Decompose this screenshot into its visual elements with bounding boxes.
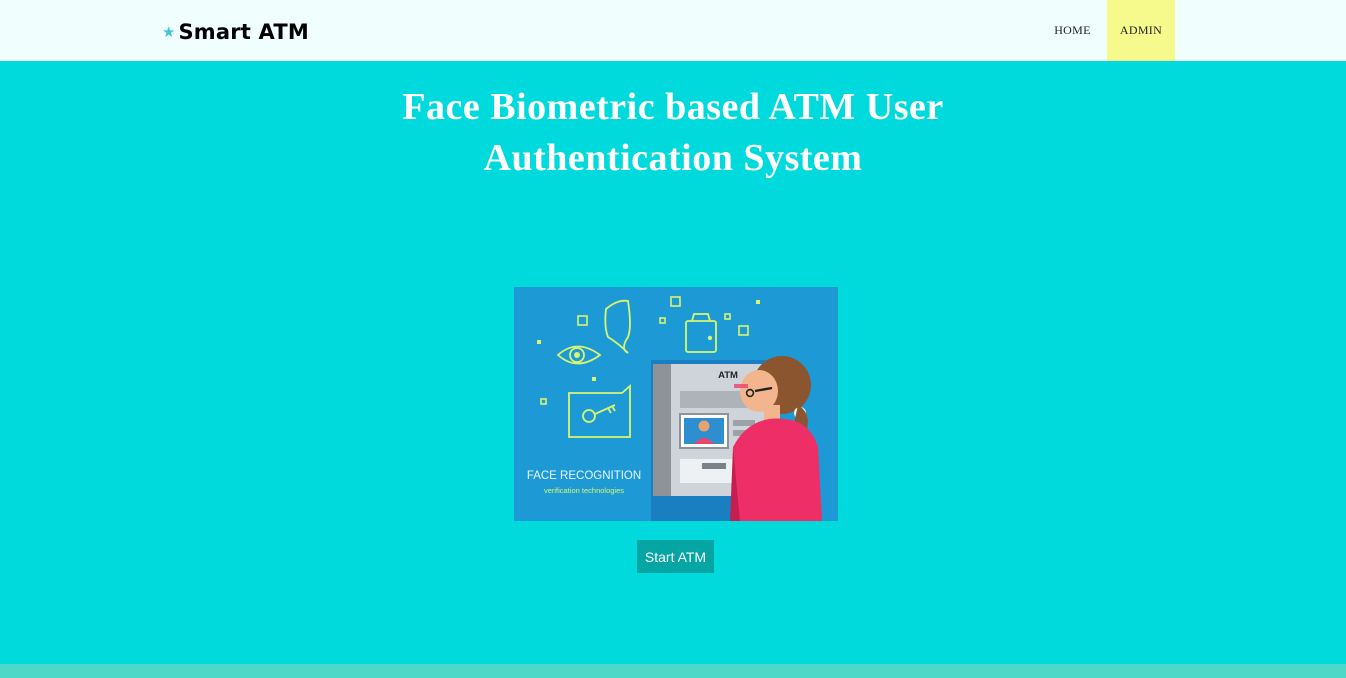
nav-links: HOME ADMIN (1040, 0, 1175, 61)
page-title: Face Biometric based ATM User Authentica… (0, 82, 1346, 184)
nav-admin-link[interactable]: ADMIN (1107, 0, 1175, 61)
brand-link[interactable]: ★ Smart ATM (162, 18, 309, 46)
nav-home-link[interactable]: HOME (1040, 0, 1105, 61)
footer-strip (0, 664, 1346, 678)
star-icon: ★ (162, 23, 176, 41)
atm-label: ATM (718, 370, 738, 381)
navbar: ★ Smart ATM HOME ADMIN (0, 0, 1346, 61)
brand-name: Smart ATM (178, 20, 309, 44)
start-atm-button[interactable]: Start ATM (637, 540, 714, 573)
page-title-line-2: Authentication System (483, 137, 863, 179)
illustration-subcaption: verification technologies (544, 486, 624, 495)
page-title-line-1: Face Biometric based ATM User (402, 86, 944, 128)
face-recognition-illustration: FACE RECOGNITION verification technologi… (514, 287, 838, 521)
illustration-caption: FACE RECOGNITION (527, 470, 641, 482)
